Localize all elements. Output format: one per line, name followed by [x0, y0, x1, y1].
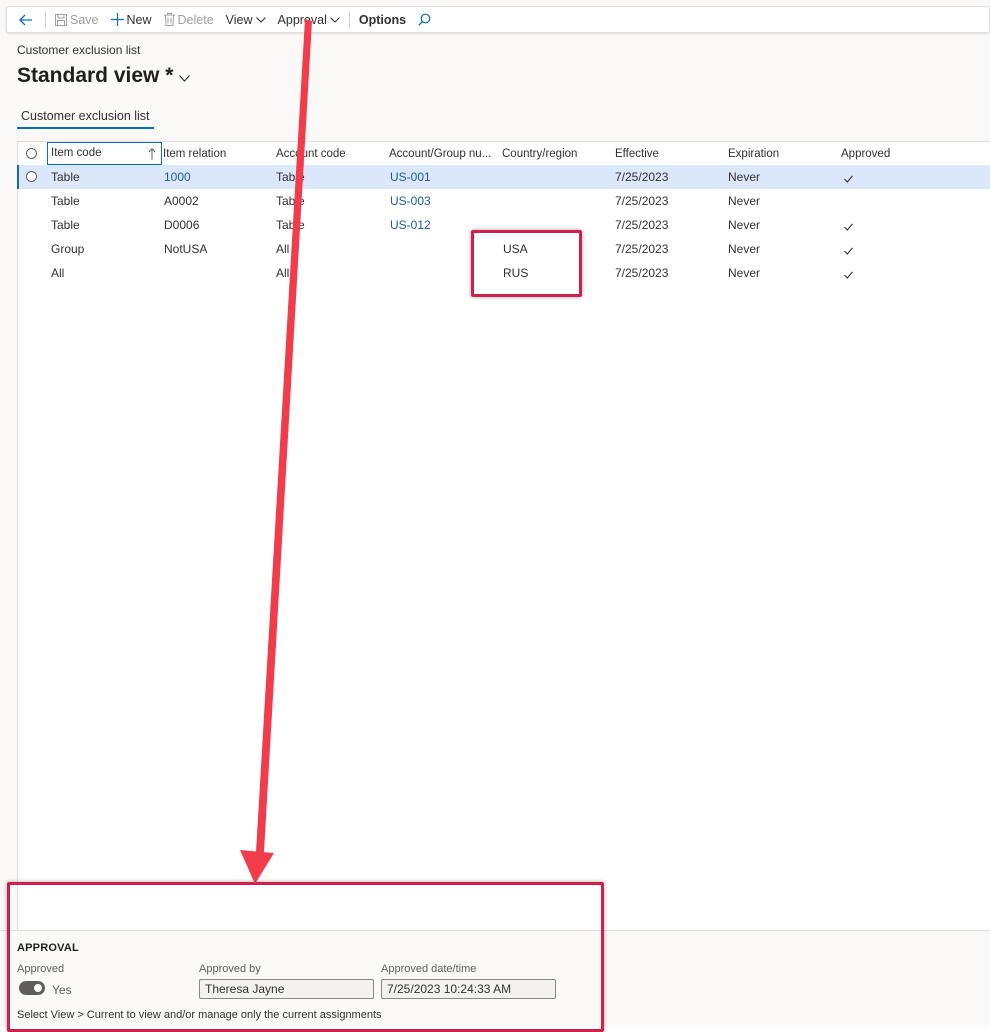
page: Save New Delete View Approval Options Cu…	[0, 0, 990, 1032]
cell-item-relation: D0006	[164, 218, 200, 232]
column-header-country-region[interactable]: Country/region	[502, 142, 610, 165]
plus-icon	[110, 13, 124, 26]
approved-check-icon	[844, 220, 853, 234]
options-button[interactable]: Options	[353, 7, 412, 32]
view-selector[interactable]: Standard view *	[17, 64, 191, 88]
cell-item-code: Group	[51, 242, 85, 256]
cell-item-code: Table	[51, 194, 80, 208]
chevron-down-icon	[330, 16, 340, 23]
approved-check-icon	[844, 268, 853, 282]
column-header-account-group-number[interactable]: Account/Group nu...	[389, 142, 497, 165]
cell-account-code: All	[276, 242, 290, 256]
cell-account-group-number[interactable]: US-003	[390, 189, 431, 213]
cell-account-group-number[interactable]: US-012	[390, 213, 431, 237]
cell-item-code: All	[51, 266, 65, 280]
cell-effective: 7/25/2023	[615, 218, 669, 232]
cell-expiration: Never	[728, 194, 761, 208]
search-button[interactable]	[412, 7, 440, 32]
chevron-down-icon	[179, 74, 191, 82]
approval-menu-button[interactable]: Approval	[272, 7, 346, 32]
column-header-item-code[interactable]: Item code	[47, 142, 162, 165]
view-menu-button[interactable]: View	[220, 7, 272, 32]
cell-account-code: All	[276, 266, 290, 280]
cell-item-code: Table	[51, 218, 80, 232]
delete-button[interactable]: Delete	[158, 7, 220, 32]
tab-customer-exclusion-list[interactable]: Customer exclusion list	[17, 106, 154, 129]
toolbar-separator	[348, 11, 350, 28]
table-row[interactable]: Table A0002 Table US-003 7/25/2023 Never	[18, 189, 990, 213]
action-pane: Save New Delete View Approval Options	[6, 6, 990, 33]
cell-expiration: Never	[728, 170, 761, 184]
new-button[interactable]: New	[105, 7, 158, 32]
breadcrumb: Customer exclusion list	[17, 43, 141, 57]
sort-ascending-icon	[148, 147, 156, 164]
back-button[interactable]	[13, 7, 42, 32]
cell-expiration: Never	[728, 242, 761, 256]
options-label: Options	[358, 12, 407, 27]
cell-expiration: Never	[728, 218, 761, 232]
cell-effective: 7/25/2023	[615, 170, 669, 184]
cell-item-relation: NotUSA	[164, 242, 208, 256]
cell-item-relation: A0002	[164, 194, 199, 208]
trash-icon	[163, 13, 175, 26]
grid-header: Item code Item relation Account code Acc…	[18, 142, 990, 166]
approved-check-icon	[844, 172, 853, 186]
column-header-account-code[interactable]: Account code	[276, 142, 384, 165]
save-button[interactable]: Save	[49, 7, 105, 32]
cell-item-relation[interactable]: 1000	[164, 165, 191, 189]
country-highlight-box	[471, 230, 582, 297]
new-label: New	[126, 12, 152, 27]
search-icon	[418, 13, 431, 26]
cell-expiration: Never	[728, 266, 761, 280]
column-header-effective[interactable]: Effective	[615, 142, 723, 165]
cell-effective: 7/25/2023	[615, 266, 669, 280]
table-row[interactable]: Table 1000 Table US-001 7/25/2023 Never	[17, 165, 990, 189]
save-label: Save	[70, 12, 99, 27]
chevron-down-icon	[255, 16, 266, 23]
page-title: Standard view *	[17, 64, 174, 87]
cell-account-code: Table	[276, 194, 305, 208]
column-header-item-relation[interactable]: Item relation	[163, 142, 271, 165]
cell-item-code: Table	[51, 170, 80, 184]
cell-account-code: Table	[276, 218, 305, 232]
cell-account-code: Table	[276, 170, 305, 184]
column-header-approved[interactable]: Approved	[841, 142, 949, 165]
cell-effective: 7/25/2023	[615, 194, 669, 208]
approved-check-icon	[844, 244, 853, 258]
back-arrow-icon	[19, 14, 33, 26]
view-label: View	[225, 12, 253, 27]
approval-highlight-box	[7, 882, 604, 1032]
cell-effective: 7/25/2023	[615, 242, 669, 256]
select-all-radio[interactable]	[26, 148, 37, 159]
approval-label: Approval	[277, 12, 327, 27]
save-icon	[55, 13, 67, 26]
column-header-expiration[interactable]: Expiration	[728, 142, 836, 165]
delete-label: Delete	[177, 12, 214, 27]
cell-account-group-number[interactable]: US-001	[390, 165, 431, 189]
row-select-radio[interactable]	[26, 171, 37, 182]
toolbar-separator	[45, 11, 46, 28]
column-header-label: Item code	[51, 147, 102, 159]
